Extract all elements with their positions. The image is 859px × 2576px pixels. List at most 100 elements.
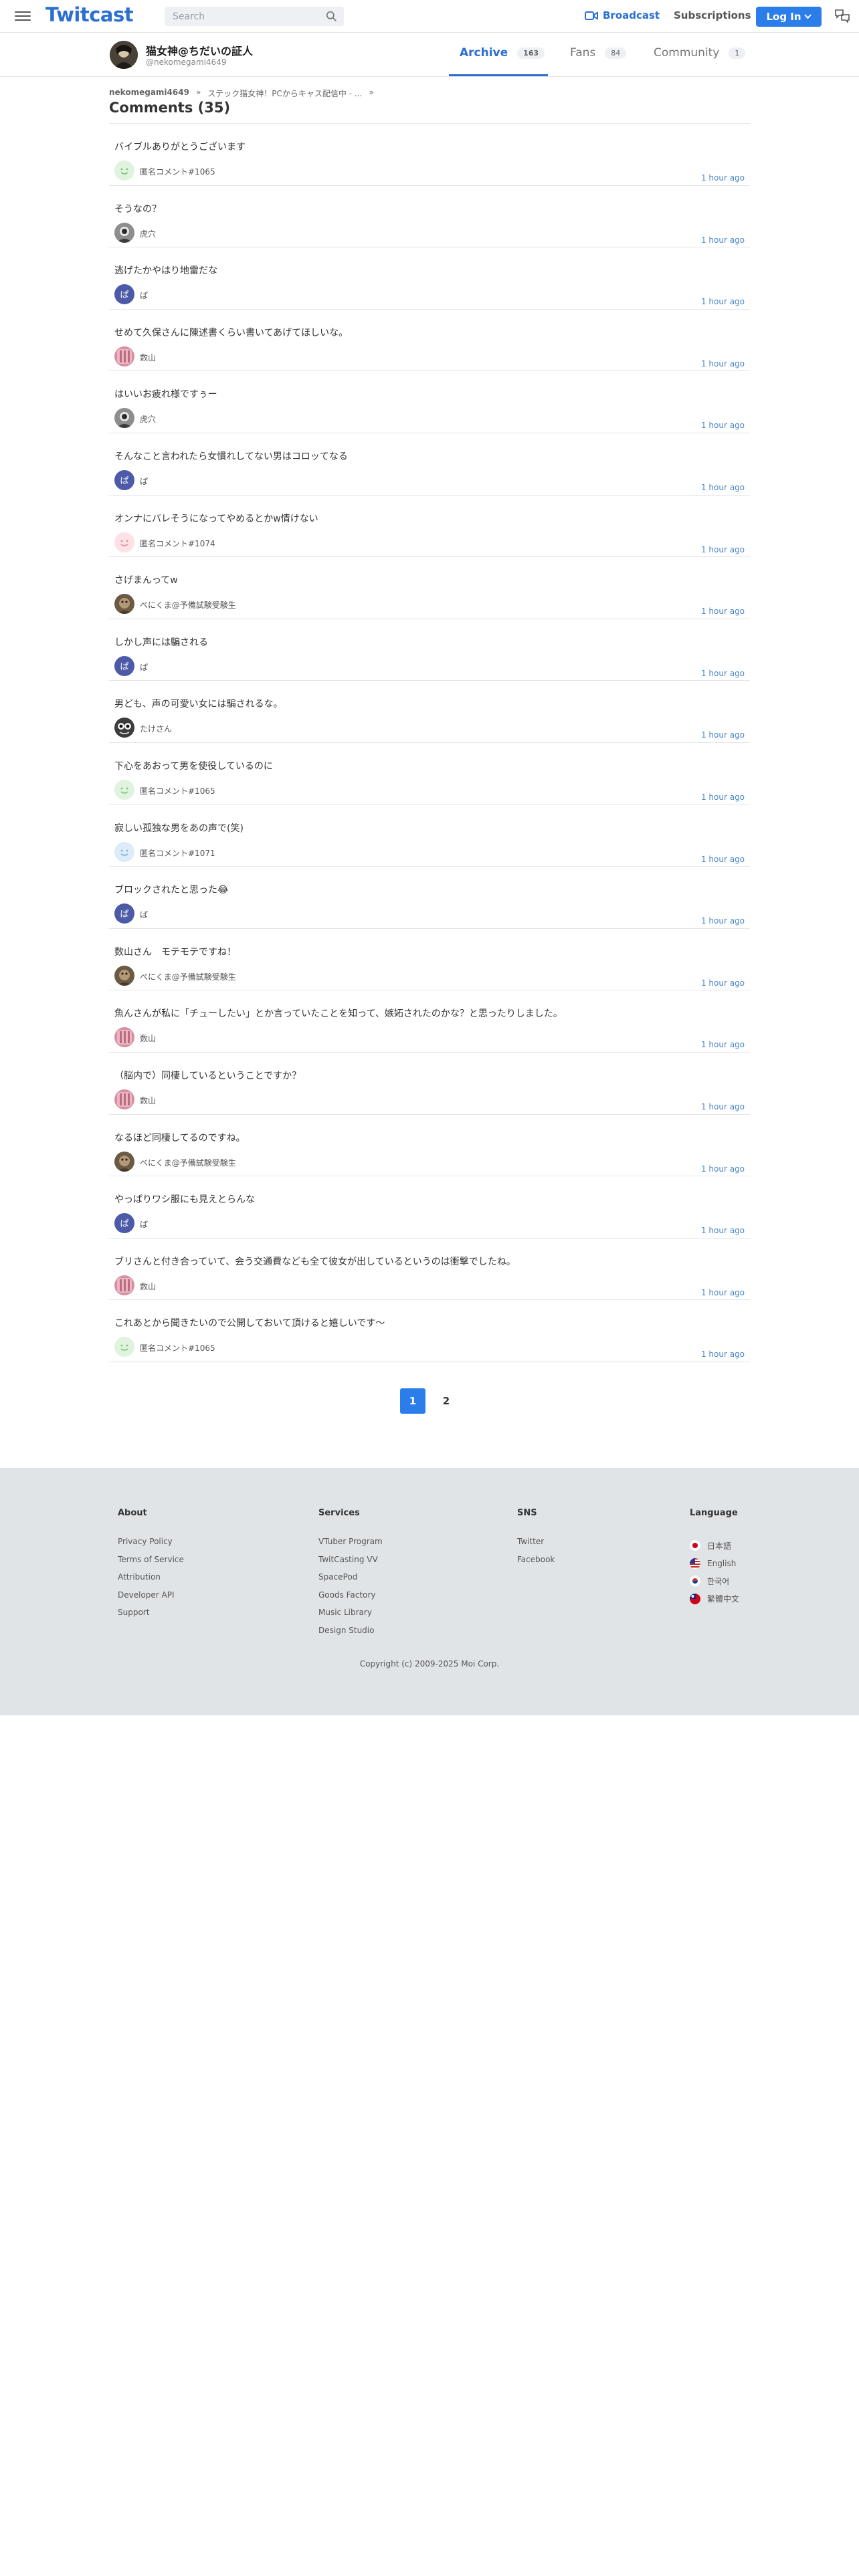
commenter-avatar[interactable]: ぱ <box>114 655 134 676</box>
footer-link[interactable]: Music Library <box>318 1608 383 1626</box>
breadcrumb-separator: » <box>369 88 374 97</box>
commenter-avatar[interactable] <box>114 779 134 800</box>
commenter-avatar[interactable] <box>114 1275 134 1295</box>
commenter-avatar[interactable] <box>114 346 134 366</box>
page-2-button[interactable]: 2 <box>434 1388 459 1414</box>
commenter-name[interactable]: 数山 <box>140 1095 156 1106</box>
commenter-name[interactable]: べにくま@予備試験受験生 <box>140 971 236 982</box>
comment-timestamp[interactable]: 1 hour ago <box>701 1288 745 1297</box>
commenter-name[interactable]: 匿名コメント#1071 <box>140 847 215 859</box>
comment-timestamp[interactable]: 1 hour ago <box>701 1226 745 1235</box>
comment-timestamp[interactable]: 1 hour ago <box>701 1350 745 1359</box>
commenter-avatar[interactable] <box>114 1089 134 1109</box>
broadcast-button[interactable]: Broadcast <box>585 9 660 21</box>
commenter-avatar[interactable] <box>114 1027 134 1048</box>
login-button[interactable]: Log In <box>756 7 822 27</box>
breadcrumb-movie-link[interactable]: ステック猫女神！PCからキャス配信中 - ... <box>207 88 362 99</box>
tab-archive[interactable]: Archive 163 <box>460 46 545 60</box>
footer-link[interactable]: SpacePod <box>318 1572 383 1590</box>
footer-link[interactable]: Facebook <box>517 1555 555 1573</box>
tab-count: 163 <box>517 47 545 59</box>
commenter-avatar[interactable] <box>114 718 134 738</box>
footer-link[interactable]: Attribution <box>118 1572 184 1590</box>
comment-timestamp[interactable]: 1 hour ago <box>701 669 745 678</box>
comment-timestamp[interactable]: 1 hour ago <box>701 1164 745 1174</box>
commenter-avatar[interactable] <box>114 408 134 429</box>
commenter-avatar[interactable] <box>114 594 134 615</box>
commenter-avatar[interactable] <box>114 222 134 243</box>
footer-link[interactable]: TwitCasting VV <box>318 1555 383 1573</box>
footer-link[interactable]: VTuber Program <box>318 1537 383 1555</box>
commenter-name[interactable]: 数山 <box>140 352 156 363</box>
commenter-name[interactable]: 匿名コメント#1065 <box>140 166 215 177</box>
commenter-avatar[interactable]: ぱ <box>114 1213 134 1234</box>
footer: About Privacy Policy Terms of Service At… <box>0 1468 859 1715</box>
commenter-avatar[interactable] <box>114 1151 134 1172</box>
page-1-button[interactable]: 1 <box>400 1388 425 1414</box>
commenter-name[interactable]: ぱ <box>140 290 148 301</box>
language-label: English <box>707 1558 737 1568</box>
commenter-avatar[interactable]: ぱ <box>114 469 134 490</box>
subscriptions-link[interactable]: Subscriptions <box>674 9 751 21</box>
commenter-name[interactable]: ぱ <box>140 475 148 487</box>
language-english[interactable]: English <box>690 1555 739 1573</box>
commenter-avatar[interactable] <box>114 841 134 862</box>
search-icon[interactable] <box>326 11 337 22</box>
comment-timestamp[interactable]: 1 hour ago <box>701 978 745 988</box>
commenter-avatar[interactable] <box>114 1337 134 1358</box>
comment-timestamp[interactable]: 1 hour ago <box>701 855 745 864</box>
commenter-name[interactable]: ぱ <box>140 1218 148 1230</box>
commenter-avatar[interactable] <box>114 160 134 181</box>
user-avatar[interactable] <box>110 41 138 69</box>
language-korean[interactable]: 한국어 <box>690 1572 739 1590</box>
footer-link[interactable]: Developer API <box>118 1590 184 1608</box>
comment-timestamp[interactable]: 1 hour ago <box>701 421 745 430</box>
comment-timestamp[interactable]: 1 hour ago <box>701 235 745 245</box>
comment-timestamp[interactable]: 1 hour ago <box>701 483 745 492</box>
commenter-name[interactable]: 匿名コメント#1074 <box>140 538 215 549</box>
footer-link[interactable]: Twitter <box>517 1537 555 1555</box>
commenter-name[interactable]: たけさん <box>140 723 172 734</box>
comment-timestamp[interactable]: 1 hour ago <box>701 916 745 926</box>
footer-link[interactable]: Goods Factory <box>318 1590 383 1608</box>
commenter-avatar[interactable] <box>114 532 134 552</box>
search-box[interactable] <box>165 7 344 26</box>
twitcast-logo[interactable]: Twitcast <box>45 3 134 26</box>
commenter-avatar[interactable]: ぱ <box>114 903 134 924</box>
user-display-name[interactable]: 猫女神@ちだいの証人 <box>146 42 253 58</box>
commenter-name[interactable]: 数山 <box>140 1033 156 1044</box>
commenter-name[interactable]: ぱ <box>140 909 148 920</box>
commenter-name[interactable]: 虎穴 <box>140 413 156 425</box>
tab-fans[interactable]: Fans 84 <box>570 46 627 60</box>
comment-timestamp[interactable]: 1 hour ago <box>701 545 745 554</box>
comment-timestamp[interactable]: 1 hour ago <box>701 297 745 306</box>
commenter-name[interactable]: ぱ <box>140 661 148 673</box>
footer-link[interactable]: Terms of Service <box>118 1555 184 1573</box>
comment-timestamp[interactable]: 1 hour ago <box>701 730 745 740</box>
footer-link[interactable]: Privacy Policy <box>118 1537 184 1555</box>
hamburger-menu-icon[interactable] <box>15 9 31 23</box>
commenter-name[interactable]: べにくま@予備試験受験生 <box>140 1157 236 1168</box>
language-japanese[interactable]: 日本語 <box>690 1537 739 1555</box>
commenter-name[interactable]: 匿名コメント#1065 <box>140 1342 215 1354</box>
comment-timestamp[interactable]: 1 hour ago <box>701 173 745 183</box>
language-switch-icon[interactable] <box>834 7 851 25</box>
commenter-name[interactable]: 虎穴 <box>140 228 156 239</box>
commenter-name[interactable]: 数山 <box>140 1281 156 1292</box>
comment-timestamp[interactable]: 1 hour ago <box>701 1040 745 1049</box>
comment-timestamp[interactable]: 1 hour ago <box>701 792 745 802</box>
breadcrumb-user-link[interactable]: nekomegami4649 <box>109 88 189 99</box>
search-input[interactable] <box>165 7 344 26</box>
comment-timestamp[interactable]: 1 hour ago <box>701 1102 745 1111</box>
footer-link[interactable]: Support <box>118 1608 184 1626</box>
comment-timestamp[interactable]: 1 hour ago <box>701 607 745 616</box>
language-traditional-chinese[interactable]: 繁體中文 <box>690 1590 739 1608</box>
comment-text: なるほど同棲してるのですね。 <box>114 1132 246 1144</box>
commenter-avatar[interactable] <box>114 965 134 986</box>
tab-community[interactable]: Community 1 <box>654 46 746 60</box>
commenter-avatar[interactable]: ぱ <box>114 284 134 305</box>
commenter-name[interactable]: 匿名コメント#1065 <box>140 785 215 796</box>
comment-timestamp[interactable]: 1 hour ago <box>701 359 745 368</box>
footer-link[interactable]: Design Studio <box>318 1626 383 1644</box>
commenter-name[interactable]: べにくま@予備試験受験生 <box>140 599 236 611</box>
